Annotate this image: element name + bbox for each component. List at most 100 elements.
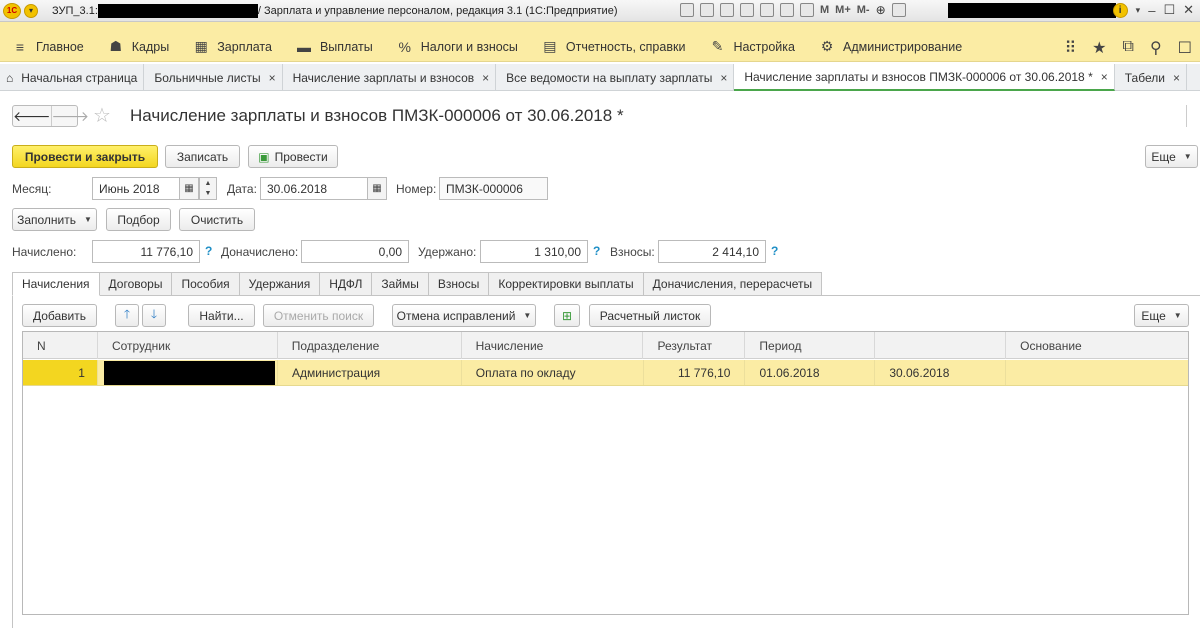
tab-benefits[interactable]: Пособия (172, 272, 240, 296)
history-icon[interactable]: ⧉ (1123, 38, 1134, 58)
settings-icon[interactable]: ☐ (1178, 38, 1192, 58)
info-dropdown-icon[interactable]: ▾ (1136, 5, 1141, 16)
window-icon[interactable] (891, 3, 906, 17)
save-icon[interactable] (680, 3, 694, 17)
select-button[interactable]: Подбор (106, 208, 171, 231)
menu-item-payments[interactable]: ▬ Выплаты (284, 32, 385, 62)
close-icon[interactable]: × (269, 71, 276, 85)
number-field[interactable]: ПМЗК-000006 (439, 177, 548, 200)
close-icon[interactable]: ✕ (1183, 2, 1194, 18)
column-header-basis[interactable]: Основание (1006, 332, 1188, 359)
apps-grid-icon[interactable]: ⠿ (1064, 38, 1076, 58)
close-icon[interactable]: × (1101, 70, 1108, 84)
cancel-corrections-button[interactable]: Отмена исправлений ▼ (392, 304, 536, 327)
tab-statements[interactable]: Все ведомости на выплату зарплаты × (496, 64, 735, 91)
post-and-close-button[interactable]: Провести и закрыть (12, 145, 158, 168)
preview-icon[interactable] (720, 3, 734, 17)
more-button[interactable]: Еще ▼ (1145, 145, 1198, 168)
tab-timesheets[interactable]: Табели × (1115, 64, 1187, 91)
memory-mminus-button[interactable]: M- (857, 4, 870, 16)
calendar-icon[interactable] (800, 3, 814, 17)
cell-basis[interactable] (1006, 360, 1188, 385)
menu-item-staff[interactable]: ☗ Кадры (96, 32, 181, 62)
maximize-icon[interactable]: ☐ (1163, 2, 1175, 18)
column-header-result[interactable]: Результат (643, 332, 746, 359)
cell-period-end[interactable]: 30.06.2018 (875, 360, 1007, 385)
month-stepper[interactable]: ▲ ▼ (199, 177, 217, 200)
app-menu-dropdown-icon[interactable]: ▾ (24, 3, 38, 18)
attach-icon[interactable] (740, 3, 754, 17)
tab-payment-corrections[interactable]: Корректировки выплаты (489, 272, 644, 296)
stepper-down-icon[interactable]: ▼ (205, 190, 212, 197)
column-header-department[interactable]: Подразделение (278, 332, 462, 359)
info-icon[interactable]: i (1112, 2, 1128, 18)
find-button[interactable]: Найти... (188, 304, 255, 327)
move-up-icon[interactable]: 🡑 (115, 304, 139, 327)
favorite-star-icon[interactable]: ☆ (93, 103, 111, 128)
column-header-period-end[interactable] (875, 332, 1007, 359)
additional-field[interactable]: 0,00 (301, 240, 409, 263)
month-field[interactable]: Июнь 2018 (92, 177, 180, 200)
close-icon[interactable]: × (720, 71, 727, 85)
close-icon[interactable]: × (482, 71, 489, 85)
tab-accruals[interactable]: Начисления (12, 272, 100, 296)
withheld-help-icon[interactable]: ? (593, 244, 600, 258)
menu-item-admin[interactable]: ⚙ Администрирование (807, 32, 974, 62)
accruals-table[interactable]: N Сотрудник Подразделение Начисление Рез… (22, 331, 1189, 615)
column-header-accrual[interactable]: Начисление (462, 332, 644, 359)
print-icon[interactable] (700, 3, 714, 17)
cell-department[interactable]: Администрация (278, 360, 462, 385)
payslip-button[interactable]: Расчетный листок (589, 304, 711, 327)
calculator-icon[interactable] (780, 3, 794, 17)
back-arrow-icon[interactable]: 🡐 (13, 106, 51, 126)
cell-n[interactable]: 1 (23, 360, 98, 385)
stepper-up-icon[interactable]: ▲ (205, 180, 212, 187)
cell-employee[interactable] (98, 360, 278, 385)
accrued-field[interactable]: 11 776,10 (92, 240, 200, 263)
tab-contracts[interactable]: Договоры (99, 272, 173, 296)
tab-recalculations[interactable]: Доначисления, перерасчеты (643, 272, 823, 296)
memory-mplus-button[interactable]: M+ (835, 4, 851, 16)
tab-payroll-list[interactable]: Начисление зарплаты и взносов × (283, 64, 497, 91)
link-icon[interactable] (760, 3, 774, 17)
cancel-search-button[interactable]: Отменить поиск (263, 304, 374, 327)
tab-sick-leave[interactable]: Больничные листы × (144, 64, 283, 91)
column-header-period[interactable]: Период (745, 332, 876, 359)
accrued-help-icon[interactable]: ? (205, 244, 212, 258)
tab-contributions[interactable]: Взносы (428, 272, 490, 296)
cell-accrual[interactable]: Оплата по окладу (462, 360, 644, 385)
fill-button[interactable]: Заполнить ▼ (12, 208, 97, 231)
app-logo-icon[interactable]: 1С (3, 2, 21, 19)
column-header-n[interactable]: N (23, 332, 98, 359)
table-row[interactable]: 1 Администрация Оплата по окладу 11 776,… (23, 360, 1188, 386)
add-row-button[interactable]: Добавить (22, 304, 97, 327)
column-header-employee[interactable]: Сотрудник (98, 332, 278, 359)
contributions-help-icon[interactable]: ? (771, 244, 778, 258)
tab-current-document[interactable]: Начисление зарплаты и взносов ПМЗК-00000… (734, 64, 1115, 91)
date-field[interactable]: 30.06.2018 (260, 177, 368, 200)
tab-home[interactable]: ⌂ Начальная страница (0, 64, 145, 91)
menu-item-main[interactable]: ≡ Главное (0, 32, 96, 62)
cell-result[interactable]: 11 776,10 (644, 360, 746, 385)
contributions-field[interactable]: 2 414,10 (658, 240, 766, 263)
menu-item-reports[interactable]: ▤ Отчетность, справки (530, 32, 698, 62)
month-calendar-icon[interactable]: ▦ (179, 177, 199, 200)
minimize-icon[interactable]: – (1148, 3, 1155, 18)
cell-period-start[interactable]: 01.06.2018 (745, 360, 876, 385)
tab-deductions[interactable]: Удержания (239, 272, 321, 296)
post-button[interactable]: ▣ Провести (248, 145, 338, 168)
save-button[interactable]: Записать (165, 145, 240, 168)
menu-item-salary[interactable]: ▦ Зарплата (181, 32, 284, 62)
menu-item-taxes[interactable]: % Налоги и взносы (385, 32, 530, 62)
forward-arrow-icon[interactable]: 🡒 (50, 106, 89, 126)
clear-button[interactable]: Очистить (179, 208, 255, 231)
menu-item-settings[interactable]: ✎ Настройка (697, 32, 807, 62)
close-icon[interactable]: × (1173, 71, 1180, 85)
memory-m-button[interactable]: M (820, 4, 829, 16)
favorites-star-icon[interactable]: ★ (1092, 38, 1106, 58)
date-calendar-icon[interactable]: ▦ (367, 177, 387, 200)
tab-loans[interactable]: Займы (372, 272, 429, 296)
move-down-icon[interactable]: 🡓 (142, 304, 166, 327)
zoom-icon[interactable]: ⊕ (876, 3, 886, 17)
add-table-icon[interactable]: ⊞ (554, 304, 580, 327)
